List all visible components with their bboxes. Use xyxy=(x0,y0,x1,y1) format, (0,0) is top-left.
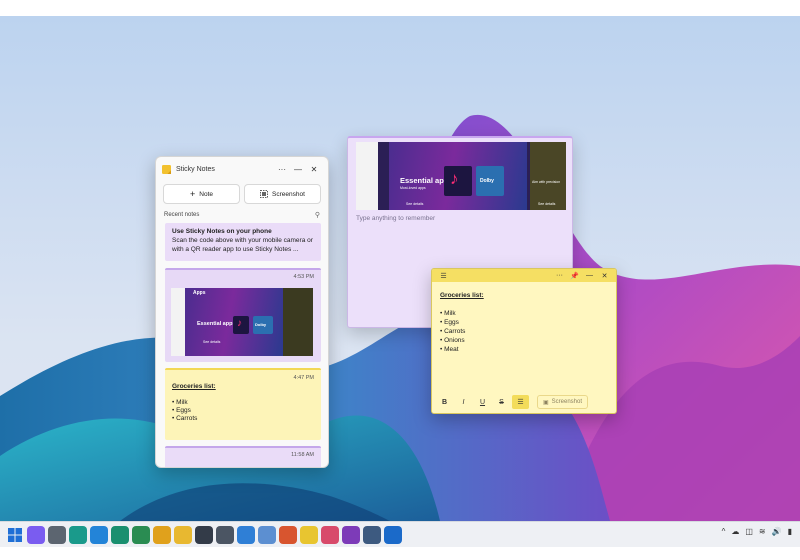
note-placeholder[interactable]: Type anything to remember xyxy=(356,215,435,222)
copilot-icon[interactable] xyxy=(27,526,45,544)
thumb-title: Essential apps xyxy=(197,321,236,327)
bullet-list-icon: ☰ xyxy=(517,399,524,406)
thumb-label: Dolby xyxy=(255,322,267,327)
photos-icon[interactable] xyxy=(279,526,297,544)
last-note-card[interactable]: 11:58 AM xyxy=(165,446,321,467)
bold-button[interactable]: B xyxy=(436,395,453,409)
settings-icon[interactable] xyxy=(48,526,66,544)
plus-icon: + xyxy=(190,188,196,199)
yellow-note-titlebar[interactable]: ☰ ··· 📌 — ✕ xyxy=(432,269,616,282)
edge-beta-icon[interactable] xyxy=(90,526,108,544)
bullet-list-button[interactable]: ☰ xyxy=(512,395,529,409)
system-tray: ^ ☁ ◫ ≋ 🔊 ▮ xyxy=(722,527,792,536)
search-icon[interactable]: ⚲ xyxy=(315,211,320,219)
minimize-icon[interactable]: — xyxy=(582,272,597,279)
hamburger-menu-icon[interactable]: ☰ xyxy=(436,272,451,280)
list-item: • Meat xyxy=(440,346,459,353)
screenshot-label: Screenshot xyxy=(272,190,305,198)
minimize-button[interactable]: — xyxy=(290,165,306,174)
close-button[interactable]: ✕ xyxy=(306,165,322,174)
taskbar-apps xyxy=(6,526,402,544)
onenote-icon[interactable] xyxy=(342,526,360,544)
edge-dev-icon[interactable] xyxy=(111,526,129,544)
start-icon[interactable] xyxy=(6,526,24,544)
terminal-icon[interactable] xyxy=(195,526,213,544)
edge-canary-icon[interactable] xyxy=(132,526,150,544)
yellow-note-window[interactable]: ☰ ··· 📌 — ✕ Groceries list: • Milk • Egg… xyxy=(431,268,617,414)
hub-title: Sticky Notes xyxy=(176,165,215,173)
purple-thumb-label: Dolby xyxy=(480,178,494,184)
yellow-note-content[interactable]: Groceries list: • Milk • Eggs • Carrots … xyxy=(432,282,616,363)
recent-notes-label: Recent notes xyxy=(164,212,200,218)
note-heading: Groceries list: xyxy=(440,292,484,299)
intro-card-title: Use Sticky Notes on your phone xyxy=(172,228,272,235)
note-time: 4:53 PM xyxy=(293,274,314,280)
pin-icon[interactable]: 📌 xyxy=(567,272,582,280)
bottom-margin xyxy=(0,547,800,560)
sticky-notes-logo-icon xyxy=(162,164,171,174)
intro-card[interactable]: Use Sticky Notes on your phone Scan the … xyxy=(165,223,321,261)
screenshot-note-card[interactable]: 4:53 PM Apps Essential apps ♪ Dolby See … xyxy=(165,268,321,362)
list-item: • Carrots xyxy=(440,328,466,335)
list-item: • Milk xyxy=(172,399,188,406)
sticky-notes-icon[interactable] xyxy=(300,526,318,544)
onedrive-icon[interactable]: ☁ xyxy=(731,527,739,536)
top-margin xyxy=(0,0,800,16)
italic-button[interactable]: I xyxy=(455,395,472,409)
tiktok-icon: ♪ xyxy=(237,318,242,329)
purple-thumb-right-link: See details xyxy=(538,202,556,206)
strikethrough-button[interactable]: S xyxy=(493,395,510,409)
note-time: 4:47 PM xyxy=(293,375,314,381)
hub-actions: + Note Screenshot xyxy=(156,181,328,204)
underline-button[interactable]: U xyxy=(474,395,491,409)
screenshot-label: Screenshot xyxy=(551,399,583,405)
list-item: • Milk xyxy=(440,310,456,317)
purple-note-screenshot: Essential apps Most-loved apps ♪ Dolby S… xyxy=(356,142,566,210)
list-item: • Eggs xyxy=(440,319,459,326)
thumb-heading: Apps xyxy=(193,290,206,296)
outlook-icon[interactable] xyxy=(384,526,402,544)
chrome-icon[interactable] xyxy=(153,526,171,544)
calculator-icon[interactable] xyxy=(363,526,381,544)
purple-thumb-sub: Most-loved apps xyxy=(400,186,426,190)
screenshot-button[interactable]: ▣ Screenshot xyxy=(537,395,589,409)
grocery-note-card[interactable]: 4:47 PM Groceries list: • Milk • Eggs • … xyxy=(165,368,321,440)
edge-icon[interactable] xyxy=(69,526,87,544)
note-time: 11:58 AM xyxy=(291,452,314,458)
taskbar: ^ ☁ ◫ ≋ 🔊 ▮ xyxy=(0,521,800,547)
purple-thumb-link: See details xyxy=(406,202,424,206)
file-explorer-icon[interactable] xyxy=(174,526,192,544)
new-note-button[interactable]: + Note xyxy=(163,184,240,204)
sticky-notes-window[interactable]: Sticky Notes ··· — ✕ + Note Screenshot R… xyxy=(155,156,329,468)
intro-card-body: Scan the code above with your mobile cam… xyxy=(172,237,313,253)
chevron-up-icon[interactable]: ^ xyxy=(722,527,726,536)
snipping-tool-icon[interactable] xyxy=(321,526,339,544)
screenshot-icon: ▣ xyxy=(543,399,549,406)
screenshot-button[interactable]: Screenshot xyxy=(244,184,321,204)
screenshot-thumbnail: Apps Essential apps ♪ Dolby See details xyxy=(171,288,313,356)
tiktok-icon: ♪ xyxy=(450,169,459,188)
more-options-icon[interactable]: ··· xyxy=(552,272,567,279)
battery-icon[interactable]: ▮ xyxy=(788,527,792,536)
grocery-heading: Groceries list: xyxy=(172,383,216,390)
list-item: • Eggs xyxy=(172,407,191,414)
wifi-icon[interactable]: ≋ xyxy=(759,527,766,536)
close-icon[interactable]: ✕ xyxy=(597,272,612,280)
notepad-icon[interactable] xyxy=(237,526,255,544)
thumb-link: See details xyxy=(203,340,221,344)
recent-notes-header: Recent notes ⚲ xyxy=(156,204,328,219)
list-item: • Onions xyxy=(440,337,465,344)
purple-thumb-right-title: Aim with precision xyxy=(532,180,561,184)
display-icon[interactable]: ◫ xyxy=(745,527,753,536)
hub-titlebar[interactable]: Sticky Notes ··· — ✕ xyxy=(156,157,328,181)
new-note-label: Note xyxy=(199,190,213,198)
formatting-toolbar: B I U S ☰ ▣ Screenshot xyxy=(432,391,616,413)
mail-icon[interactable] xyxy=(258,526,276,544)
more-options-button[interactable]: ··· xyxy=(274,165,290,174)
chatgpt-icon[interactable] xyxy=(216,526,234,544)
list-item: • Carrots xyxy=(172,415,198,422)
screenshot-icon xyxy=(260,190,268,198)
volume-icon[interactable]: 🔊 xyxy=(772,527,782,536)
